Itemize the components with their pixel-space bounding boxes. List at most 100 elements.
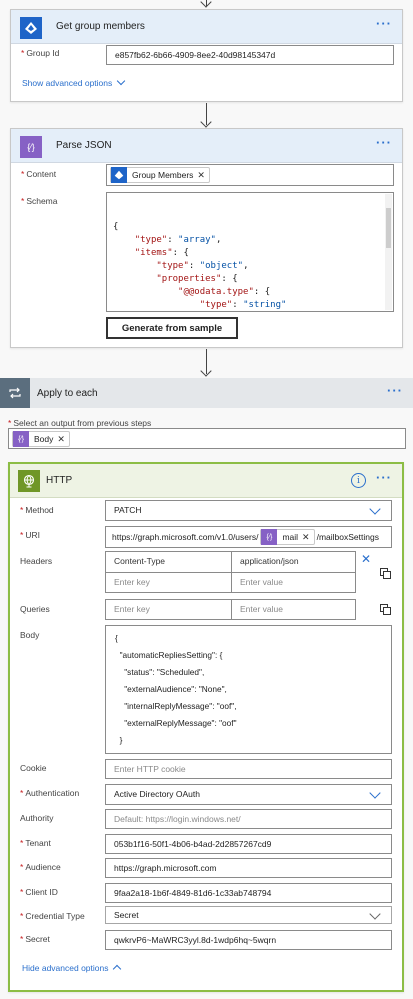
content-input[interactable]: Group Members ✕	[106, 164, 394, 186]
queries-label: Queries	[20, 604, 50, 614]
token-label: Body	[34, 434, 54, 444]
globe-icon	[18, 470, 40, 492]
chevron-down-icon	[369, 503, 381, 515]
card-title: Parse JSON	[56, 140, 112, 151]
schema-line: "properties": {	[156, 274, 238, 284]
secret-input[interactable]: qwkrvP6~MaWRC3yyl.8d-1wdp6hq~5wqrn	[105, 930, 392, 950]
authority-label: Authority	[20, 813, 54, 823]
azure-ad-icon	[111, 167, 127, 183]
http-card[interactable]: HTTP i ··· * Method PATCH * URI https://gr…	[8, 462, 404, 992]
switch-to-text-mode-icon[interactable]	[380, 568, 391, 579]
parse-json-icon: {⁄}	[13, 431, 29, 447]
body-line: "automaticRepliesSetting": {	[115, 650, 223, 660]
header-key[interactable]: Content-Type	[106, 552, 173, 572]
tenant-input[interactable]: 053b1f16-50f1-4b06-b4ad-2d2857267cd9	[105, 834, 392, 854]
content-label: * Content	[21, 169, 57, 179]
card-header[interactable]: Get group members ···	[11, 10, 402, 44]
card-header[interactable]: {⁄} Parse JSON ···	[11, 129, 402, 163]
headers-label: Headers	[20, 556, 53, 566]
uri-input[interactable]: https://graph.microsoft.com/v1.0/users/ …	[105, 526, 392, 548]
schema-line: "items": {	[134, 248, 189, 258]
schema-line: "type": "array",	[134, 235, 222, 245]
body-line: "status": "Scheduled",	[115, 667, 205, 677]
schema-line: "@@odata.type": {	[178, 287, 271, 297]
chevron-up-icon	[113, 964, 122, 974]
parse-json-icon: {⁄}	[261, 529, 278, 545]
more-options-icon[interactable]: ···	[387, 383, 403, 398]
select-output-label: * Select an output from previous steps	[8, 418, 152, 428]
azure-ad-icon	[20, 17, 42, 39]
get-group-members-card[interactable]: Get group members ··· * Group Id e857fb62…	[10, 9, 403, 102]
method-dropdown[interactable]: PATCH	[105, 500, 392, 521]
body-token[interactable]: {⁄} Body ✕	[12, 431, 70, 447]
body-line: }	[115, 735, 123, 745]
schema-line: "type": "string"	[199, 300, 287, 310]
audience-input[interactable]: https://graph.microsoft.com	[105, 858, 392, 878]
schema-lines: { "type": "array", "items": { "type": "o…	[113, 221, 387, 311]
uri-prefix: https://graph.microsoft.com/v1.0/users/	[112, 532, 259, 542]
body-line: "internalReplyMessage": "oof",	[115, 701, 237, 711]
cookie-input[interactable]: Enter HTTP cookie	[105, 759, 392, 779]
client-id-label: * Client ID	[20, 887, 58, 897]
more-options-icon[interactable]: ···	[376, 16, 392, 31]
chevron-down-icon	[369, 787, 381, 799]
more-options-icon[interactable]: ···	[376, 470, 392, 485]
authentication-dropdown[interactable]: Active Directory OAuth	[105, 784, 392, 805]
schema-line: {	[113, 222, 119, 232]
audience-label: * Audience	[20, 862, 61, 872]
body-line: "externalReplyMessage": "oof"	[115, 718, 237, 728]
hide-advanced-options-link[interactable]: Hide advanced options	[22, 963, 122, 974]
group-id-input[interactable]: e857fb62-6b66-4909-8ee2-40d98145347d	[106, 45, 394, 65]
query-key-input[interactable]: Enter key	[106, 600, 158, 620]
mail-token[interactable]: {⁄} mail ✕	[260, 529, 315, 545]
secret-label: * Secret	[20, 934, 50, 944]
schema-label: * Schema	[21, 196, 58, 206]
header-key-input[interactable]: Enter key	[106, 573, 158, 593]
credential-type-dropdown[interactable]: Secret	[105, 906, 392, 924]
apply-to-each-title: Apply to each	[37, 388, 98, 399]
tenant-label: * Tenant	[20, 838, 51, 848]
header-value[interactable]: application/json	[232, 552, 307, 572]
delete-header-icon[interactable]: ✕	[361, 552, 371, 566]
uri-suffix: /mailboxSettings	[316, 532, 379, 542]
flow-arrow	[200, 103, 214, 128]
client-id-input[interactable]: 9faa2a18-1b6f-4849-81d6-1c33ab748794	[105, 883, 392, 903]
card-header[interactable]: HTTP i ···	[10, 464, 402, 498]
headers-table[interactable]: Content-Type application/json Enter key …	[105, 551, 356, 593]
uri-label: * URI	[20, 530, 40, 540]
more-options-icon[interactable]: ···	[376, 135, 392, 150]
group-members-token[interactable]: Group Members ✕	[110, 167, 210, 183]
remove-token-icon[interactable]: ✕	[57, 434, 65, 445]
parse-json-card[interactable]: {⁄} Parse JSON ··· * Content Group Member…	[10, 128, 403, 348]
body-lines: { "automaticRepliesSetting": { "status":…	[115, 630, 382, 753]
method-label: * Method	[20, 505, 54, 515]
cookie-label: Cookie	[20, 763, 47, 773]
token-label: mail	[282, 532, 299, 542]
header-value-input[interactable]: Enter value	[232, 573, 291, 593]
queries-table[interactable]: Enter key Enter value	[105, 599, 356, 620]
body-input[interactable]: { "automaticRepliesSetting": { "status":…	[105, 625, 392, 754]
select-output-input[interactable]: {⁄} Body ✕	[8, 428, 406, 449]
switch-to-text-mode-icon[interactable]	[380, 604, 391, 615]
schema-editor[interactable]: { "type": "array", "items": { "type": "o…	[106, 192, 394, 312]
card-title: Get group members	[56, 21, 145, 32]
apply-to-each-header[interactable]: Apply to each ···	[0, 378, 413, 408]
remove-token-icon[interactable]: ✕	[302, 532, 310, 543]
generate-from-sample-button[interactable]: Generate from sample	[106, 317, 238, 339]
flow-arrow	[200, 349, 214, 377]
group-id-label: * Group Id	[21, 48, 60, 58]
schema-scrollbar[interactable]	[385, 194, 392, 310]
authority-input[interactable]: Default: https://login.windows.net/	[105, 809, 392, 829]
token-label: Group Members	[132, 170, 194, 180]
schema-line: "type": "object",	[156, 261, 249, 271]
query-value-input[interactable]: Enter value	[232, 600, 291, 620]
show-advanced-options-link[interactable]: Show advanced options	[22, 76, 126, 88]
flow-arrow-top	[200, 0, 214, 8]
body-label: Body	[20, 630, 40, 640]
body-line: {	[115, 633, 118, 643]
loop-icon	[0, 378, 30, 408]
info-icon[interactable]: i	[351, 473, 366, 488]
remove-token-icon[interactable]: ✕	[197, 170, 205, 181]
body-line: }	[115, 749, 382, 753]
chevron-down-icon	[117, 76, 126, 86]
